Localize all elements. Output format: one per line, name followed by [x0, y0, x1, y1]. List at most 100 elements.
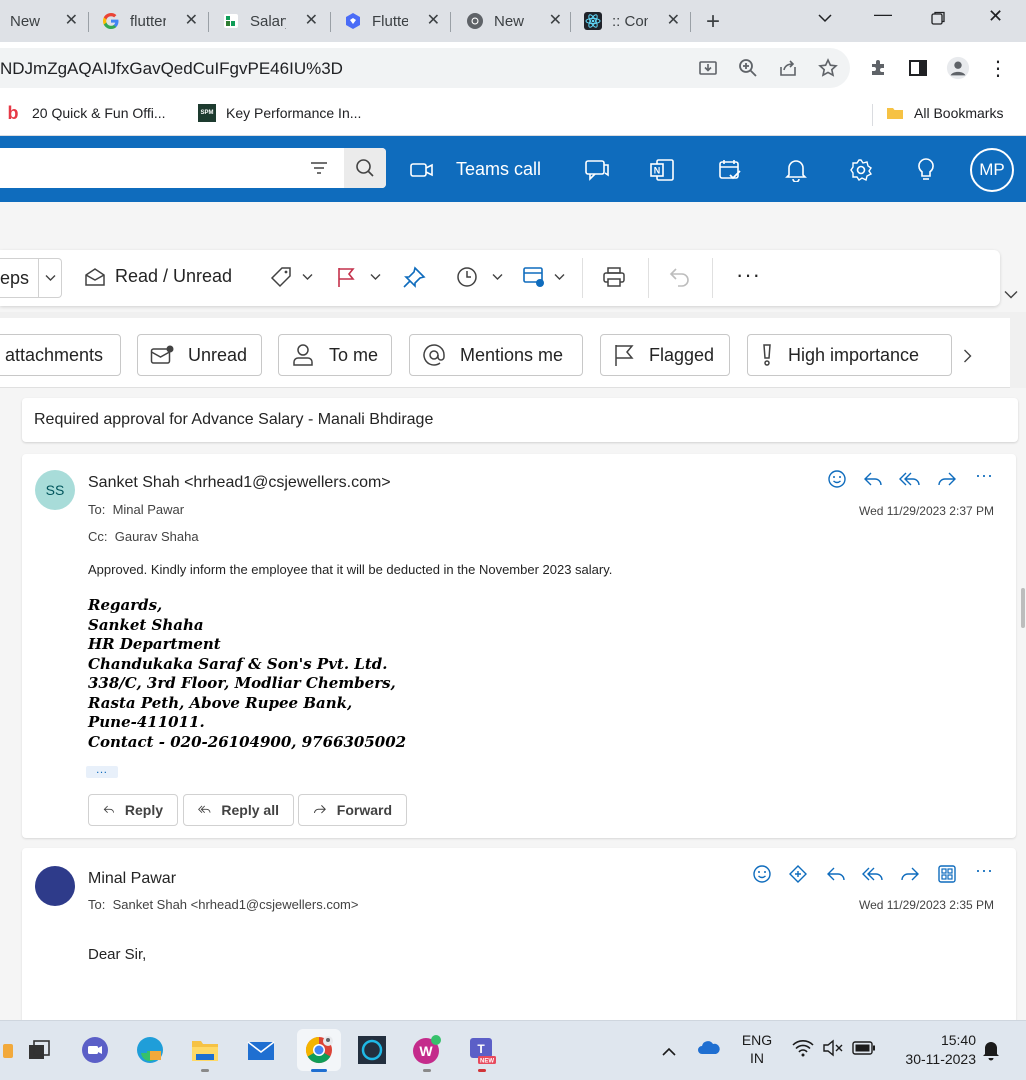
show-hidden-icons-chevron-icon[interactable] — [662, 1043, 676, 1061]
share-icon[interactable] — [776, 56, 800, 80]
account-avatar[interactable]: MP — [970, 148, 1014, 192]
flag-button[interactable] — [336, 266, 381, 288]
file-explorer-icon[interactable] — [186, 1031, 224, 1069]
message-sanket-shah[interactable]: SS Sanket Shah <hrhead1@csjewellers.com>… — [22, 454, 1016, 838]
summary-icon[interactable] — [787, 863, 809, 885]
edge-browser-icon[interactable] — [131, 1031, 169, 1069]
filter-high-importance[interactable]: High importance — [747, 334, 952, 376]
tab-new-2[interactable]: New ✕ — [466, 6, 570, 36]
notifications-bell-icon[interactable] — [782, 156, 810, 184]
video-call-icon[interactable] — [408, 156, 436, 184]
reading-pane-scrollbar[interactable] — [1020, 388, 1026, 1020]
my-day-icon[interactable] — [716, 156, 744, 184]
battery-icon[interactable] — [852, 1041, 876, 1060]
side-panel-icon[interactable] — [906, 56, 930, 80]
window-close-icon[interactable]: ✕ — [988, 6, 1003, 27]
filter-icon[interactable] — [310, 161, 328, 180]
reply-all-icon[interactable] — [899, 468, 921, 490]
filter-mentions-me[interactable]: Mentions me — [409, 334, 583, 376]
restore-icon[interactable] — [930, 10, 946, 31]
reply-all-icon[interactable] — [862, 863, 884, 885]
mail-app-icon[interactable] — [242, 1031, 280, 1069]
rules-button[interactable] — [522, 266, 565, 288]
onenote-icon[interactable]: N — [648, 156, 676, 184]
apps-grid-icon[interactable] — [936, 863, 958, 885]
tab-flutter-search[interactable]: flutter ✕ — [102, 6, 206, 36]
forward-icon[interactable] — [899, 863, 921, 885]
reply-icon[interactable] — [862, 468, 884, 490]
alexa-icon[interactable] — [353, 1031, 391, 1069]
read-unread-button[interactable]: Read / Unread — [84, 266, 232, 287]
categorize-button[interactable] — [270, 266, 313, 288]
tab-salary-sheet[interactable]: Salary ✕ — [222, 6, 326, 36]
undo-button[interactable] — [668, 266, 692, 288]
close-icon[interactable]: ✕ — [667, 10, 680, 30]
filter-unread[interactable]: Unread — [137, 334, 262, 376]
teams-chat-icon[interactable] — [583, 156, 611, 184]
language-indicator[interactable]: ENG IN — [740, 1031, 774, 1067]
teams-meet-icon[interactable] — [76, 1031, 114, 1069]
close-icon[interactable]: ✕ — [65, 10, 78, 30]
reply-icon[interactable] — [825, 863, 847, 885]
task-view-icon[interactable] — [20, 1031, 58, 1069]
search-button[interactable] — [344, 148, 386, 188]
forward-icon[interactable] — [936, 468, 958, 490]
tab-flutter[interactable]: Flutter ✕ — [344, 6, 448, 36]
filter-flagged[interactable]: Flagged — [600, 334, 730, 376]
close-icon[interactable]: ✕ — [427, 10, 440, 30]
close-icon[interactable]: ✕ — [305, 10, 318, 30]
pin-button[interactable] — [402, 266, 426, 288]
search-box[interactable] — [0, 148, 386, 188]
minimize-icon[interactable]: — — [874, 4, 892, 25]
address-bar[interactable]: NDJmZgAQAIJfxGavQedCuIFgvPE46IU%3D — [0, 48, 850, 88]
chrome-taskbar-icon[interactable] — [297, 1029, 341, 1071]
show-trimmed-content-button[interactable]: … — [86, 763, 118, 778]
clock[interactable]: 15:40 30-11-2023 — [890, 1031, 976, 1069]
notification-bell-icon[interactable] — [982, 1039, 1000, 1066]
new-tab-plus-icon[interactable]: + — [706, 8, 720, 36]
ribbon-expand-chevron-icon[interactable] — [1004, 286, 1018, 304]
tab-new-1[interactable]: New T ✕ — [10, 6, 86, 36]
bookmark-item[interactable]: b 20 Quick & Fun Offi... — [4, 103, 166, 123]
settings-gear-icon[interactable] — [847, 156, 875, 184]
teams-new-icon[interactable]: T NEW — [463, 1031, 501, 1069]
zoom-icon[interactable] — [736, 56, 760, 80]
filter-attachments[interactable]: attachments — [0, 334, 121, 376]
tab-search-chevron-icon[interactable] — [818, 10, 832, 26]
snooze-button[interactable] — [456, 266, 503, 288]
more-options-icon[interactable]: ··· — [736, 262, 761, 288]
tips-lightbulb-icon[interactable] — [912, 156, 940, 184]
emoji-react-icon[interactable] — [751, 863, 773, 885]
close-icon[interactable]: ✕ — [185, 10, 198, 30]
filter-to-me[interactable]: To me — [278, 334, 392, 376]
all-bookmarks[interactable]: All Bookmarks — [886, 104, 1003, 122]
chevron-right-icon[interactable] — [963, 349, 972, 368]
emoji-react-icon[interactable] — [826, 468, 848, 490]
forward-button[interactable]: Forward — [298, 794, 407, 826]
onedrive-cloud-icon[interactable] — [697, 1039, 721, 1060]
to-recipient[interactable]: Sanket Shah <hrhead1@csjewellers.com> — [113, 897, 359, 912]
quick-steps-button[interactable]: eps — [0, 258, 62, 298]
reply-button[interactable]: Reply — [88, 794, 178, 826]
print-button[interactable] — [602, 266, 626, 288]
profile-icon[interactable] — [946, 56, 970, 80]
wps-office-icon[interactable]: W — [408, 1031, 446, 1069]
more-actions-icon[interactable]: ··· — [973, 859, 995, 881]
browser-menu-icon[interactable]: ⋮ — [986, 56, 1010, 80]
message-minal-pawar[interactable]: Minal Pawar To: Sanket Shah <hrhead1@csj… — [22, 848, 1016, 1028]
sender[interactable]: Sanket Shah <hrhead1@csjewellers.com> — [88, 474, 391, 492]
teams-call-label[interactable]: Teams call — [456, 159, 541, 180]
volume-muted-icon[interactable] — [822, 1039, 844, 1062]
tab-con[interactable]: :: Con ✕ — [584, 6, 688, 36]
sender[interactable]: Minal Pawar — [88, 870, 176, 888]
extensions-icon[interactable] — [866, 56, 890, 80]
wifi-icon[interactable] — [792, 1039, 814, 1062]
install-app-icon[interactable] — [696, 56, 720, 80]
cc-recipient[interactable]: Gaurav Shaha — [115, 529, 199, 544]
bookmark-item[interactable]: SPM Key Performance In... — [198, 104, 361, 122]
close-icon[interactable]: ✕ — [549, 10, 562, 30]
reply-all-button[interactable]: Reply all — [183, 794, 294, 826]
more-actions-icon[interactable]: ··· — [973, 464, 995, 486]
to-recipient[interactable]: Minal Pawar — [113, 502, 185, 517]
bookmark-star-icon[interactable] — [816, 56, 840, 80]
